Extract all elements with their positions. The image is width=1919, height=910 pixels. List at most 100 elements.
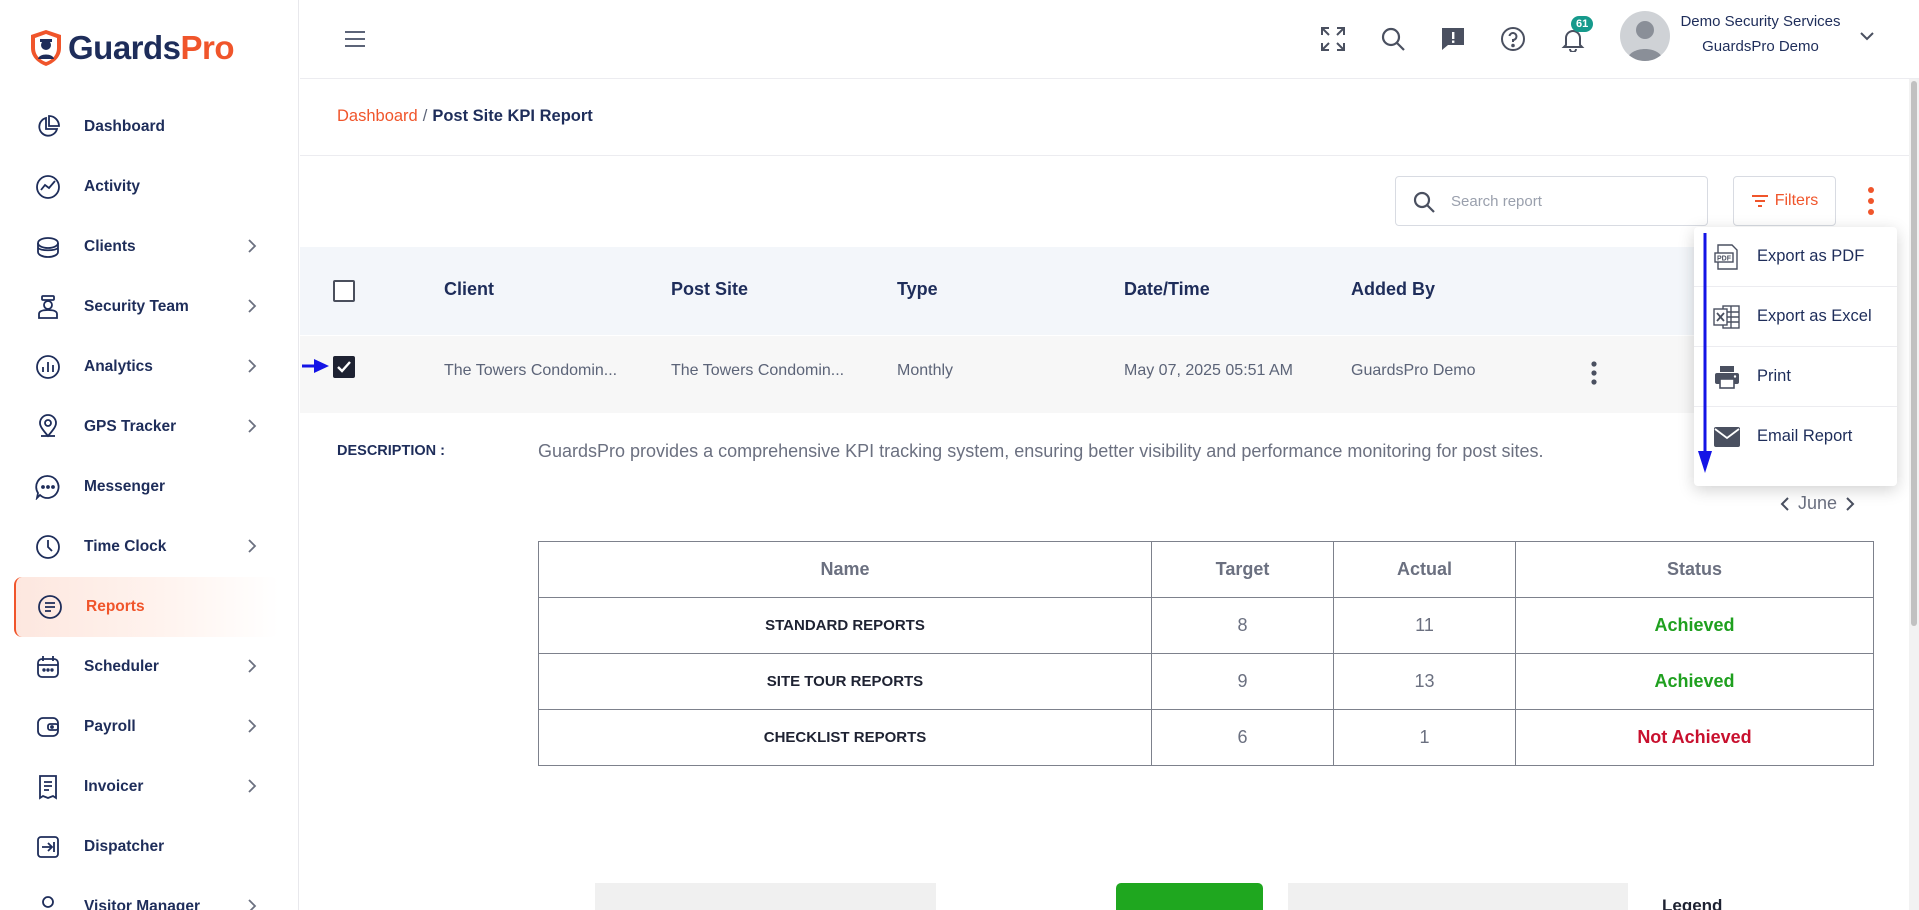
row-checkbox[interactable] xyxy=(333,356,355,378)
avatar[interactable] xyxy=(1620,11,1670,61)
sidebar-item-payroll[interactable]: Payroll xyxy=(14,697,279,757)
fullscreen-icon[interactable] xyxy=(1318,24,1348,54)
brand-name: GuardsPro xyxy=(68,29,235,66)
kpi-table: Name Target Actual Status STANDARD REPOR… xyxy=(538,541,1874,766)
sidebar-item-messenger[interactable]: Messenger xyxy=(14,457,279,517)
page-title: Post Site KPI Report xyxy=(432,107,593,125)
export-excel-menu-item[interactable]: Export as Excel xyxy=(1694,287,1897,347)
sidebar-item-label: Activity xyxy=(84,178,140,195)
table-row[interactable]: The Towers Condomin... The Towers Condom… xyxy=(300,336,1694,413)
kpi-header-actual: Actual xyxy=(1333,541,1516,598)
menu-item-label: Print xyxy=(1757,367,1791,385)
cell-type: Monthly xyxy=(897,362,954,379)
kpi-actual: 1 xyxy=(1333,709,1516,766)
sidebar-item-scheduler[interactable]: Scheduler xyxy=(14,637,279,697)
pie-chart-icon xyxy=(34,113,62,141)
kpi-actual: 13 xyxy=(1333,653,1516,710)
sidebar-item-invoicer[interactable]: Invoicer xyxy=(14,757,279,817)
select-all-checkbox[interactable] xyxy=(333,280,355,302)
column-header-client[interactable]: Client xyxy=(444,279,494,300)
chevron-right-icon[interactable] xyxy=(1845,496,1855,512)
help-icon[interactable] xyxy=(1498,24,1528,54)
checkmark-icon xyxy=(337,361,351,373)
sidebar-item-activity[interactable]: Activity xyxy=(14,157,279,217)
chevron-right-icon xyxy=(248,419,257,433)
column-header-added-by[interactable]: Added By xyxy=(1351,279,1435,300)
search-icon[interactable] xyxy=(1378,24,1408,54)
kpi-status: Not Achieved xyxy=(1515,709,1874,766)
chart-bar-green xyxy=(1116,883,1263,910)
kpi-header-status: Status xyxy=(1515,541,1874,598)
sidebar-item-label: Reports xyxy=(86,598,145,615)
legend-title: Legend xyxy=(1662,896,1723,910)
user-org[interactable]: GuardsPro Demo xyxy=(1678,38,1843,55)
chevron-down-icon[interactable] xyxy=(1860,31,1874,41)
invoice-icon xyxy=(34,773,62,801)
more-options-icon[interactable] xyxy=(1866,186,1876,216)
filters-button[interactable]: Filters xyxy=(1733,176,1836,226)
kpi-row: STANDARD REPORTS 8 11 Achieved xyxy=(538,597,1874,654)
chat-icon xyxy=(34,473,62,501)
month-label: June xyxy=(1798,493,1838,513)
kpi-header-name: Name xyxy=(538,541,1152,598)
kpi-header-target: Target xyxy=(1151,541,1334,598)
menu-item-label: Export as PDF xyxy=(1757,247,1865,265)
kpi-status: Achieved xyxy=(1515,597,1874,654)
column-header-type[interactable]: Type xyxy=(897,279,938,300)
chart-placeholder-left xyxy=(595,883,936,910)
location-pin-icon xyxy=(34,413,62,441)
chevron-right-icon xyxy=(248,899,257,910)
sidebar-item-label: Dashboard xyxy=(84,118,165,135)
print-menu-item[interactable]: Print xyxy=(1694,347,1897,407)
sidebar-item-label: Security Team xyxy=(84,298,189,315)
user-name[interactable]: Demo Security Services xyxy=(1678,13,1843,30)
sidebar-item-analytics[interactable]: Analytics xyxy=(14,337,279,397)
chevron-right-icon xyxy=(248,299,257,313)
chevron-right-icon xyxy=(248,719,257,733)
export-menu: PDF Export as PDF Export as Excel Print … xyxy=(1694,227,1897,486)
notification-badge: 61 xyxy=(1571,16,1594,32)
kpi-name: SITE TOUR REPORTS xyxy=(538,653,1152,710)
kpi-name: CHECKLIST REPORTS xyxy=(538,709,1152,766)
kpi-row: CHECKLIST REPORTS 6 1 Not Achieved xyxy=(538,709,1874,766)
search-input[interactable] xyxy=(1451,187,1691,215)
menu-item-label: Export as Excel xyxy=(1757,307,1872,325)
scrollbar-thumb[interactable] xyxy=(1911,81,1917,626)
breadcrumb-dashboard-link[interactable]: Dashboard xyxy=(337,107,418,125)
email-report-menu-item[interactable]: Email Report xyxy=(1694,407,1897,467)
row-more-options-icon[interactable] xyxy=(1590,360,1598,386)
wallet-icon xyxy=(34,713,62,741)
calendar-icon xyxy=(34,653,62,681)
analytics-icon xyxy=(34,353,62,381)
sidebar-item-label: Analytics xyxy=(84,358,153,375)
sidebar-item-label: Dispatcher xyxy=(84,838,165,855)
sidebar-item-visitor-manager[interactable]: Visitor Manager xyxy=(14,877,279,910)
cell-datetime: May 07, 2025 05:51 AM xyxy=(1124,362,1293,379)
brand-logo[interactable]: GuardsPro xyxy=(28,28,235,68)
sidebar-item-gps-tracker[interactable]: GPS Tracker xyxy=(14,397,279,457)
feedback-icon[interactable] xyxy=(1438,24,1468,54)
kpi-target: 9 xyxy=(1151,653,1334,710)
hamburger-menu-icon[interactable] xyxy=(344,29,366,49)
export-pdf-menu-item[interactable]: PDF Export as PDF xyxy=(1694,227,1897,287)
pdf-icon: PDF xyxy=(1714,244,1738,270)
sidebar-item-dispatcher[interactable]: Dispatcher xyxy=(14,817,279,877)
chevron-left-icon[interactable] xyxy=(1780,496,1790,512)
column-header-datetime[interactable]: Date/Time xyxy=(1124,279,1210,300)
page-scrollbar[interactable] xyxy=(1909,79,1919,910)
sidebar-nav: Dashboard Activity Clients Security Team… xyxy=(14,97,279,910)
sidebar-item-clients[interactable]: Clients xyxy=(14,217,279,277)
kpi-target: 8 xyxy=(1151,597,1334,654)
sidebar-item-dashboard[interactable]: Dashboard xyxy=(14,97,279,157)
kpi-row: SITE TOUR REPORTS 9 13 Achieved xyxy=(538,653,1874,710)
sidebar-item-time-clock[interactable]: Time Clock xyxy=(14,517,279,577)
column-header-post-site[interactable]: Post Site xyxy=(671,279,748,300)
chart-placeholder-right xyxy=(1288,883,1628,910)
sidebar-item-security-team[interactable]: Security Team xyxy=(14,277,279,337)
breadcrumb: Dashboard / Post Site KPI Report xyxy=(337,107,593,126)
sidebar-item-reports[interactable]: Reports xyxy=(14,577,279,637)
sidebar-item-label: Messenger xyxy=(84,478,165,495)
activity-icon xyxy=(34,173,62,201)
kpi-actual: 11 xyxy=(1333,597,1516,654)
visitor-icon xyxy=(34,893,62,910)
